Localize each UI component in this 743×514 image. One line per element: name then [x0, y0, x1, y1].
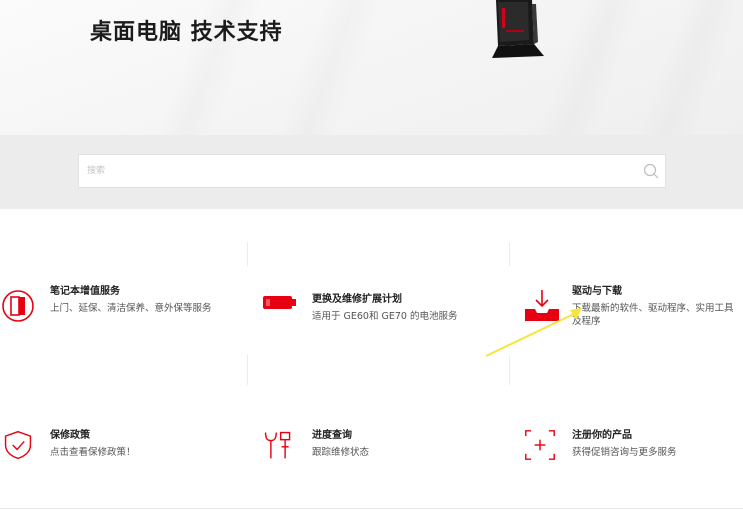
service-title: 进度查询 — [312, 430, 352, 441]
register-plus-icon — [525, 430, 555, 460]
page-title: 桌面电脑 技术支持 — [90, 20, 283, 45]
divider — [0, 508, 743, 509]
search-box — [78, 154, 666, 188]
divider — [509, 242, 510, 266]
service-title: 注册你的产品 — [572, 430, 632, 441]
hero-banner: 桌面电脑 技术支持 — [0, 0, 743, 135]
service-title: 驱动与下载 — [572, 286, 622, 297]
service-title: 保修政策 — [50, 430, 90, 441]
service-warranty-policy[interactable]: 保修政策 点击查看保修政策！ — [0, 426, 240, 466]
shield-check-icon — [4, 430, 32, 460]
service-register-product[interactable]: 注册你的产品 获得促销咨询与更多服务 — [524, 426, 743, 466]
service-desc: 获得促销咨询与更多服务 — [572, 447, 677, 458]
service-notebook-value-added[interactable]: 笔记本增值服务 上门、延保、清洁保养、意外保等服务 — [0, 282, 240, 332]
battery-icon — [263, 296, 296, 309]
service-desc: 下载最新的软件、驱动程序、实用工具及程序 — [572, 303, 734, 327]
service-battery-plan[interactable]: 更换及维修扩展计划 适用于 GE60和 GE70 的电池服务 — [262, 290, 502, 330]
service-desc: 上门、延保、清洁保养、意外保等服务 — [50, 303, 212, 314]
annotation-arrow — [485, 308, 582, 357]
desktop-pc-image — [492, 0, 544, 58]
tools-icon — [264, 431, 291, 459]
divider — [247, 355, 248, 385]
notebook-door-icon — [2, 290, 34, 322]
search-input[interactable] — [87, 155, 627, 187]
service-title: 笔记本增值服务 — [50, 286, 120, 297]
service-desc: 跟踪维修状态 — [312, 447, 370, 458]
service-desc: 适用于 GE60和 GE70 的电池服务 — [312, 311, 458, 322]
service-desc: 点击查看保修政策！ — [50, 447, 136, 458]
divider — [247, 242, 248, 266]
service-repair-status[interactable]: 进度查询 跟踪维修状态 — [262, 426, 502, 466]
search-icon[interactable] — [643, 163, 659, 179]
service-title: 更换及维修扩展计划 — [312, 294, 402, 305]
